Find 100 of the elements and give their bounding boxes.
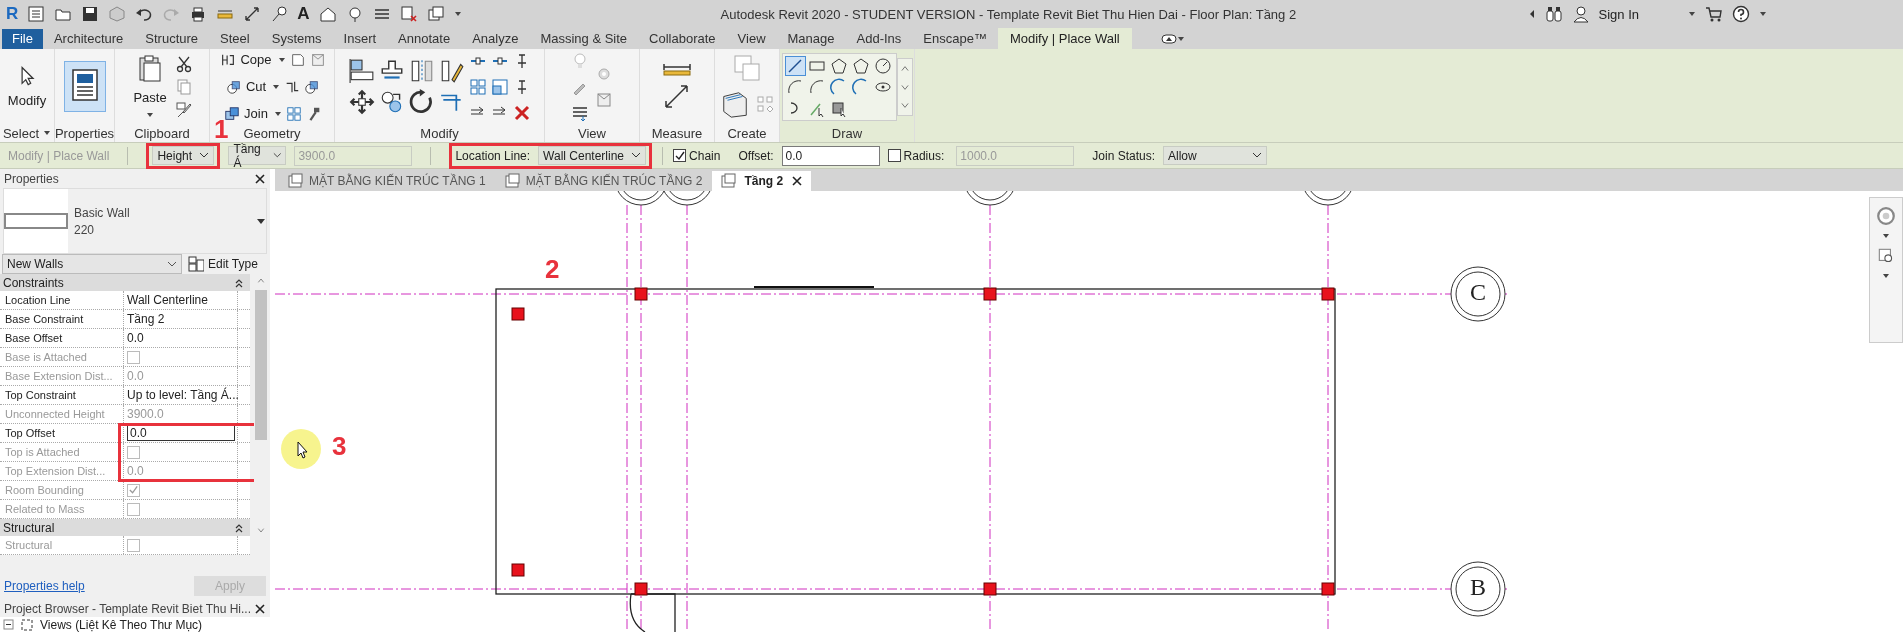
grid-bubble[interactable] xyxy=(1450,561,1506,617)
dimension-icon[interactable] xyxy=(243,5,262,23)
ribbon-tab[interactable]: Add-Ins xyxy=(845,29,913,49)
save-icon[interactable] xyxy=(81,5,100,23)
property-value[interactable]: Tầng 2 xyxy=(127,312,165,326)
binoculars-icon[interactable] xyxy=(1544,5,1563,23)
shapes-icon[interactable] xyxy=(304,78,321,95)
move-icon[interactable] xyxy=(348,89,375,115)
app-logo[interactable]: R xyxy=(6,4,19,24)
paste-button[interactable]: Paste xyxy=(131,52,169,121)
document-tab[interactable]: MẶT BẰNG KIẾN TRÚC TẦNG 2 xyxy=(495,171,711,191)
ribbon-tab[interactable]: File xyxy=(2,29,43,49)
close-windows-icon[interactable] xyxy=(399,5,418,23)
tree-toggle[interactable] xyxy=(3,619,14,631)
ribbon-tab[interactable]: Manage xyxy=(776,29,846,49)
column-marker[interactable] xyxy=(1321,582,1335,596)
ribbon-tab[interactable]: Insert xyxy=(332,29,388,49)
ribbon-tab[interactable]: Structure xyxy=(134,29,210,49)
offset-field[interactable]: 0.0 xyxy=(781,145,880,166)
ribbon-tab[interactable]: Annotate xyxy=(387,29,462,49)
join-status-label: Join Status: xyxy=(1092,148,1155,163)
column-marker[interactable] xyxy=(511,307,525,321)
cut-button[interactable]: Cut xyxy=(223,77,269,96)
close-icon[interactable] xyxy=(791,175,804,187)
close-icon[interactable] xyxy=(254,603,266,616)
house-icon[interactable] xyxy=(318,5,337,23)
radius-checkbox[interactable] xyxy=(887,149,901,162)
switch-windows-icon[interactable] xyxy=(426,5,445,23)
dimension-icon[interactable] xyxy=(663,83,691,111)
user-icon[interactable] xyxy=(1571,5,1590,23)
scale-icon[interactable] xyxy=(490,77,509,96)
rotate-icon[interactable] xyxy=(408,89,435,115)
properties-help-link[interactable]: Properties help xyxy=(4,578,85,593)
scrollbar-thumb[interactable] xyxy=(255,290,267,440)
join-status-dropdown[interactable]: Allow xyxy=(1163,146,1267,165)
ribbon-tab[interactable]: Systems xyxy=(260,29,333,49)
property-value[interactable]: Up to level: Tầng Á... xyxy=(127,388,239,402)
ribbon-tab[interactable]: View xyxy=(726,29,777,49)
height-dropdown[interactable]: Height xyxy=(152,146,215,165)
ribbon-tab[interactable]: Analyze xyxy=(461,29,530,49)
app-menu-icon[interactable] xyxy=(27,5,46,23)
chain-checkbox[interactable] xyxy=(673,149,687,162)
close-icon[interactable] xyxy=(254,172,266,185)
cope-button[interactable]: Cope xyxy=(218,50,274,69)
caret-icon[interactable] xyxy=(453,10,462,18)
ribbon-tab[interactable]: Architecture xyxy=(42,29,135,49)
caret-icon[interactable] xyxy=(273,109,282,118)
caret-icon[interactable] xyxy=(1882,232,1890,240)
ribbon-tab[interactable]: Modify | Place Wall xyxy=(997,28,1132,49)
column-marker[interactable] xyxy=(1321,287,1335,301)
match-properties-icon[interactable] xyxy=(174,100,193,119)
caret-icon[interactable] xyxy=(272,82,281,91)
ribbon-tab[interactable]: Steel xyxy=(209,29,261,49)
column-marker[interactable] xyxy=(983,582,997,596)
help-icon[interactable] xyxy=(1732,5,1750,23)
modify-button[interactable]: Modify xyxy=(5,63,49,110)
group-header[interactable]: Constraints xyxy=(0,274,250,291)
group-header[interactable]: Structural xyxy=(0,519,250,536)
location-line-dropdown[interactable]: Wall Centerline xyxy=(538,146,647,165)
caret-icon[interactable] xyxy=(1759,10,1767,18)
clipboard-icon[interactable] xyxy=(136,54,164,84)
scissors-icon[interactable] xyxy=(174,54,193,73)
ribbon-tab[interactable]: Massing & Site xyxy=(529,29,639,49)
document-tab[interactable]: Tầng 2 xyxy=(712,171,812,191)
circle-tool[interactable] xyxy=(872,55,894,76)
cart-icon[interactable] xyxy=(1705,5,1723,23)
ribbon-tab[interactable]: Enscape™ xyxy=(912,29,998,49)
grid-bubble[interactable] xyxy=(1450,266,1506,322)
column-marker[interactable] xyxy=(634,287,648,301)
properties-button[interactable] xyxy=(63,61,106,112)
document-tab[interactable]: MẶT BẰNG KIẾN TRÚC TẦNG 1 xyxy=(279,171,494,191)
grid-bubble[interactable] xyxy=(1301,191,1355,206)
caret-icon[interactable] xyxy=(1176,35,1185,43)
property-value[interactable]: 0.0 xyxy=(127,331,144,345)
property-label: Base Constraint xyxy=(0,310,124,328)
measure-icon[interactable] xyxy=(662,62,692,78)
type-selector[interactable]: Basic Wall 220 xyxy=(3,188,267,254)
wall-outline[interactable] xyxy=(495,288,1336,595)
column-marker[interactable] xyxy=(983,287,997,301)
caret-icon[interactable] xyxy=(146,111,154,119)
grid-bubble[interactable] xyxy=(963,191,1017,206)
edit-type-button[interactable]: Edit Type xyxy=(188,256,258,272)
dropdown-caret[interactable] xyxy=(43,129,52,137)
ribbon-tab[interactable]: Collaborate xyxy=(638,29,727,49)
caret-icon[interactable] xyxy=(1688,10,1696,18)
column-marker[interactable] xyxy=(634,582,648,596)
delete-icon[interactable] xyxy=(512,103,531,122)
align-icon[interactable] xyxy=(348,58,375,84)
wall-segment[interactable] xyxy=(629,593,676,632)
column-marker[interactable] xyxy=(511,563,525,577)
caret-icon[interactable] xyxy=(277,55,286,64)
line-tool[interactable] xyxy=(784,55,806,76)
property-value[interactable]: Wall Centerline xyxy=(127,293,208,307)
caret-icon[interactable] xyxy=(1882,272,1890,280)
sign-in-link[interactable]: Sign In xyxy=(1598,6,1639,22)
array-icon[interactable] xyxy=(468,77,487,96)
property-input[interactable]: 0.0 xyxy=(127,425,235,441)
instance-filter-dropdown[interactable]: New Walls xyxy=(2,254,182,274)
text-tool[interactable]: A xyxy=(297,4,310,24)
minimize-ribbon-icon[interactable] xyxy=(1160,32,1177,46)
